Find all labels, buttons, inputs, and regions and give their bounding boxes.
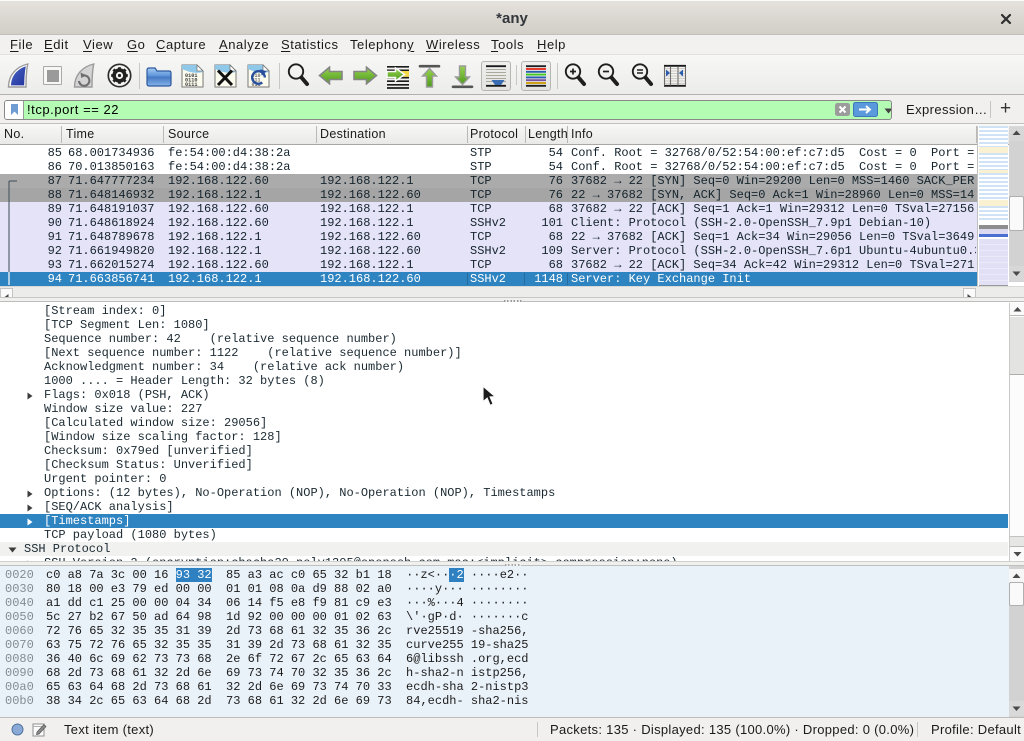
- svg-text:0111: 0111: [185, 82, 197, 88]
